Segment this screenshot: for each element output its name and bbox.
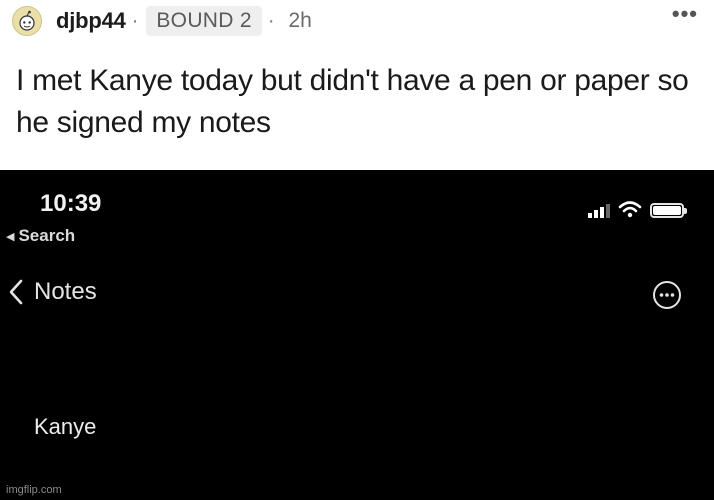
watermark: imgflip.com	[6, 484, 62, 496]
user-avatar[interactable]	[12, 6, 42, 36]
snoo-avatar-icon	[19, 10, 35, 31]
phone-screenshot: 10:39 ◀ Search Notes Kanye imgflip.com	[0, 170, 714, 500]
wifi-icon	[618, 201, 642, 218]
status-bar-icons	[588, 200, 687, 218]
back-to-notes-button[interactable]: Notes	[8, 278, 97, 306]
ellipsis-circle-icon	[653, 281, 681, 309]
chevron-left-icon	[9, 279, 23, 305]
status-bar-time: 10:39	[40, 190, 102, 217]
post-title: I met Kanye today but didn't have a pen …	[16, 64, 689, 139]
user-flair: BOUND 2	[146, 6, 262, 36]
post-header: djbp44 · BOUND 2 · 2h ••• I met Kanye to…	[0, 0, 714, 170]
more-options-icon[interactable]: •••	[672, 3, 698, 25]
post-meta: djbp44 · BOUND 2 · 2h	[12, 4, 312, 38]
note-options-button[interactable]	[652, 280, 682, 310]
back-to-notes-label: Notes	[34, 278, 97, 305]
meta-separator-time: ·	[267, 9, 275, 32]
username-link[interactable]: djbp44	[56, 8, 126, 34]
back-to-search-label: Search	[18, 226, 76, 245]
post-timestamp: 2h	[288, 9, 312, 32]
battery-icon	[650, 203, 687, 218]
meta-separator: ·	[131, 9, 139, 32]
back-triangle-icon: ◀	[6, 230, 15, 243]
note-body-text[interactable]: Kanye	[34, 414, 96, 440]
cellular-signal-icon	[588, 202, 610, 218]
back-to-search-button[interactable]: ◀ Search	[6, 226, 75, 246]
